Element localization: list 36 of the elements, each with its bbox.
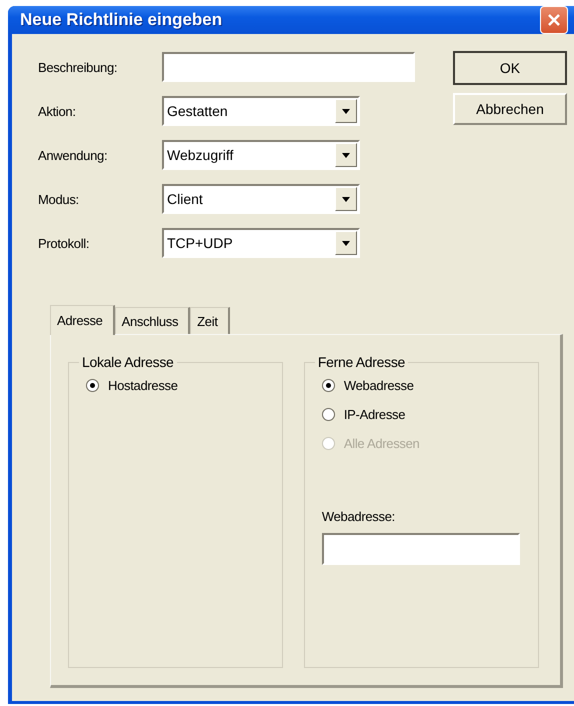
radio-button[interactable] <box>322 408 335 421</box>
dialog-button[interactable]: Abbrechen <box>453 93 567 125</box>
radio-option[interactable]: Hostadresse <box>86 378 282 393</box>
tab[interactable]: Adresse <box>50 305 115 335</box>
dropdown-button[interactable] <box>335 231 357 255</box>
radio-option[interactable]: IP-Adresse <box>322 407 538 422</box>
dropdown[interactable]: Gestatten <box>162 96 360 126</box>
dropdown-button[interactable] <box>335 99 357 123</box>
radio-button[interactable] <box>322 379 335 392</box>
caret-icon <box>342 152 350 158</box>
dropdown-button[interactable] <box>335 143 357 167</box>
tab[interactable]: Zeit <box>190 307 230 334</box>
dropdown-button[interactable] <box>335 187 357 211</box>
tab[interactable]: Anschluss <box>114 307 190 334</box>
radio-button[interactable] <box>86 379 99 392</box>
dropdown[interactable]: Webzugriff <box>162 140 360 170</box>
field-label: Beschreibung: <box>38 60 118 74</box>
caret-icon <box>342 196 350 202</box>
dropdown[interactable]: Client <box>162 184 360 214</box>
group-title: Lokale Adresse <box>81 354 175 370</box>
field-label: Modus: <box>38 192 80 206</box>
close-icon <box>546 12 562 28</box>
dropdown[interactable]: TCP+UDP <box>162 228 360 258</box>
field-label: Aktion: <box>38 104 77 118</box>
caret-icon <box>342 240 350 246</box>
dialog-button[interactable]: OK <box>453 51 567 85</box>
radio-option[interactable]: Webadresse <box>322 378 538 393</box>
close-button[interactable] <box>540 6 568 34</box>
field-label: Protokoll: <box>38 236 90 250</box>
caret-icon <box>342 108 350 114</box>
group-title: Ferne Adresse <box>316 354 406 370</box>
input-field[interactable] <box>162 52 415 82</box>
field-label: Anwendung: <box>38 148 108 162</box>
field-label: Webadresse: <box>322 509 396 524</box>
input-field[interactable] <box>322 533 520 565</box>
window-title: Neue Richtlinie eingeben <box>20 10 222 30</box>
